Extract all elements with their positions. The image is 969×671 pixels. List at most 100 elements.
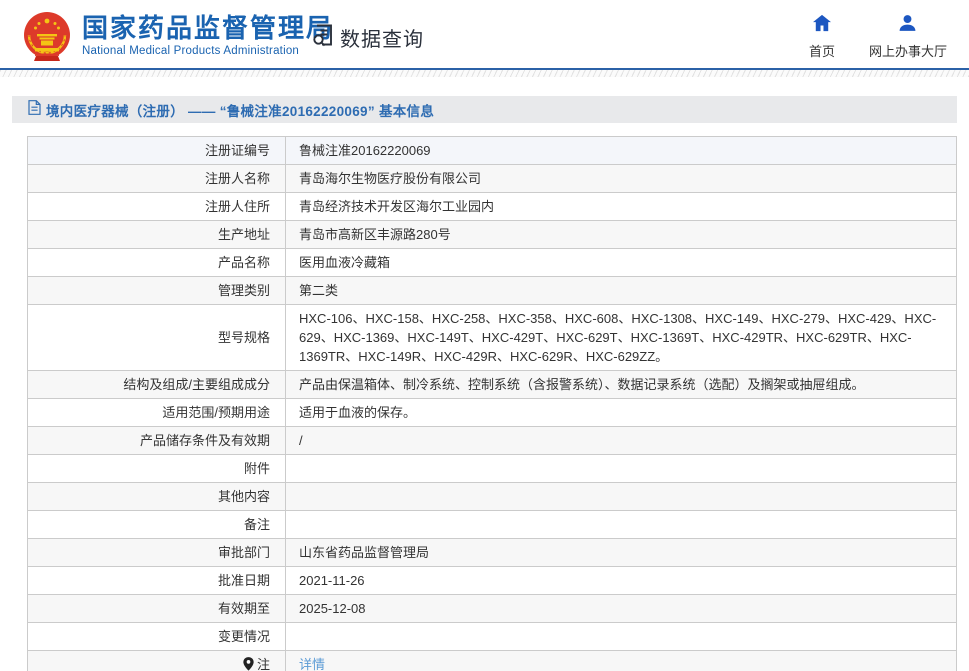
info-table-body: 注册证编号 鲁械注准20162220069 注册人名称 青岛海尔生物医疗股份有限… — [28, 137, 957, 671]
row-label-text: 管理类别 — [218, 283, 270, 298]
row-label: 管理类别 — [28, 277, 286, 305]
row-label-text: 备注 — [244, 517, 270, 532]
row-value: 适用于血液的保存。 — [286, 399, 957, 427]
row-label-text: 产品储存条件及有效期 — [140, 433, 270, 448]
site-header: 国家药品监督管理局 National Medical Products Admi… — [0, 0, 969, 70]
detail-link[interactable]: 详情 — [299, 657, 325, 671]
row-label: 批准日期 — [28, 567, 286, 595]
row-label-text: 适用范围/预期用途 — [162, 405, 270, 420]
row-value: 鲁械注准20162220069 — [286, 137, 957, 165]
row-value: / — [286, 427, 957, 455]
row-value-text: 第二类 — [299, 283, 338, 298]
row-value: 山东省药品监督管理局 — [286, 539, 957, 567]
row-value-text: 适用于血液的保存。 — [299, 405, 416, 420]
row-label-text: 型号规格 — [218, 330, 270, 345]
row-label: 注 — [28, 651, 286, 671]
row-label-text: 注册证编号 — [205, 143, 270, 158]
row-label-text: 批准日期 — [218, 573, 270, 588]
data-query-label: 数据查询 — [340, 23, 424, 52]
row-value: 医用血液冷藏箱 — [286, 249, 957, 277]
row-value-text: 产品由保温箱体、制冷系统、控制系统（含报警系统）、数据记录系统（选配）及搁架或抽… — [299, 377, 865, 392]
table-row: 产品储存条件及有效期 / — [28, 427, 957, 455]
table-row: 审批部门 山东省药品监督管理局 — [28, 539, 957, 567]
table-row: 型号规格 HXC-106、HXC-158、HXC-258、HXC-358、HXC… — [28, 305, 957, 371]
row-value: 第二类 — [286, 277, 957, 305]
row-value-text: 青岛市高新区丰源路280号 — [299, 227, 451, 242]
row-value — [286, 483, 957, 511]
row-label-text: 注册人名称 — [205, 171, 270, 186]
row-label-text: 审批部门 — [218, 545, 270, 560]
breadcrumb: 境内医疗器械（注册） —— “鲁械注准20162220069” 基本信息 — [12, 96, 957, 123]
row-value-text: / — [299, 433, 303, 448]
row-label: 附件 — [28, 455, 286, 483]
row-value: 产品由保温箱体、制冷系统、控制系统（含报警系统）、数据记录系统（选配）及搁架或抽… — [286, 371, 957, 399]
nav-home[interactable]: 首页 — [809, 14, 835, 60]
row-label: 备注 — [28, 511, 286, 539]
table-row: 注册人住所 青岛经济技术开发区海尔工业园内 — [28, 193, 957, 221]
row-label: 注册人住所 — [28, 193, 286, 221]
row-label: 产品名称 — [28, 249, 286, 277]
table-row: 变更情况 — [28, 623, 957, 651]
row-value — [286, 623, 957, 651]
row-label-text: 注册人住所 — [205, 199, 270, 214]
row-label-text: 生产地址 — [218, 227, 270, 242]
nav-home-label: 首页 — [809, 41, 835, 60]
row-value — [286, 511, 957, 539]
table-row: 结构及组成/主要组成成分 产品由保温箱体、制冷系统、控制系统（含报警系统）、数据… — [28, 371, 957, 399]
table-row: 批准日期 2021-11-26 — [28, 567, 957, 595]
row-label: 变更情况 — [28, 623, 286, 651]
table-row: 产品名称 医用血液冷藏箱 — [28, 249, 957, 277]
row-label-text: 注 — [257, 657, 270, 671]
row-label: 型号规格 — [28, 305, 286, 371]
brand-subtitle: National Medical Products Administration — [82, 45, 334, 57]
row-label: 注册人名称 — [28, 165, 286, 193]
row-label: 其他内容 — [28, 483, 286, 511]
data-query-tab[interactable]: 数据查询 — [311, 22, 424, 53]
row-value-text: 鲁械注准20162220069 — [299, 143, 431, 158]
row-label: 产品储存条件及有效期 — [28, 427, 286, 455]
row-label-text: 附件 — [244, 461, 270, 476]
table-row: 附件 — [28, 455, 957, 483]
nav-service-hall-label: 网上办事大厅 — [869, 41, 947, 60]
brand-block[interactable]: 国家药品监督管理局 National Medical Products Admi… — [82, 13, 334, 57]
row-value: 青岛经济技术开发区海尔工业园内 — [286, 193, 957, 221]
row-label-text: 结构及组成/主要组成成分 — [123, 377, 270, 392]
row-value: 青岛市高新区丰源路280号 — [286, 221, 957, 249]
row-value: HXC-106、HXC-158、HXC-258、HXC-358、HXC-608、… — [286, 305, 957, 371]
row-label: 适用范围/预期用途 — [28, 399, 286, 427]
row-value-text: 医用血液冷藏箱 — [299, 255, 390, 270]
row-label-text: 有效期至 — [218, 601, 270, 616]
table-row: 生产地址 青岛市高新区丰源路280号 — [28, 221, 957, 249]
brand-title: 国家药品监督管理局 — [82, 13, 334, 43]
row-label-text: 其他内容 — [218, 489, 270, 504]
row-value-text: 青岛经济技术开发区海尔工业园内 — [299, 199, 494, 214]
row-value-text: 2025-12-08 — [299, 601, 366, 616]
row-value-text: HXC-106、HXC-158、HXC-258、HXC-358、HXC-608、… — [299, 311, 936, 364]
table-row: 注册证编号 鲁械注准20162220069 — [28, 137, 957, 165]
row-value — [286, 455, 957, 483]
registration-info-table: 注册证编号 鲁械注准20162220069 注册人名称 青岛海尔生物医疗股份有限… — [27, 136, 957, 671]
row-label: 注册证编号 — [28, 137, 286, 165]
row-value: 青岛海尔生物医疗股份有限公司 — [286, 165, 957, 193]
top-nav: 首页 网上办事大厅 — [809, 14, 947, 60]
national-emblem-icon — [22, 10, 72, 62]
document-icon — [28, 100, 41, 120]
row-value-text: 山东省药品监督管理局 — [299, 545, 429, 560]
row-label: 结构及组成/主要组成成分 — [28, 371, 286, 399]
table-row: 注 详情 — [28, 651, 957, 671]
home-icon — [812, 14, 832, 37]
nav-service-hall[interactable]: 网上办事大厅 — [869, 14, 947, 60]
table-row: 其他内容 — [28, 483, 957, 511]
row-value: 2021-11-26 — [286, 567, 957, 595]
table-row: 适用范围/预期用途 适用于血液的保存。 — [28, 399, 957, 427]
row-label-text: 变更情况 — [218, 629, 270, 644]
row-label-text: 产品名称 — [218, 255, 270, 270]
table-row: 有效期至 2025-12-08 — [28, 595, 957, 623]
row-value: 2025-12-08 — [286, 595, 957, 623]
table-row: 管理类别 第二类 — [28, 277, 957, 305]
row-label: 有效期至 — [28, 595, 286, 623]
user-icon — [898, 14, 917, 37]
row-value-text: 青岛海尔生物医疗股份有限公司 — [299, 171, 481, 186]
page-title: 境内医疗器械（注册） —— “鲁械注准20162220069” 基本信息 — [46, 100, 434, 120]
row-value-text: 2021-11-26 — [299, 573, 365, 588]
